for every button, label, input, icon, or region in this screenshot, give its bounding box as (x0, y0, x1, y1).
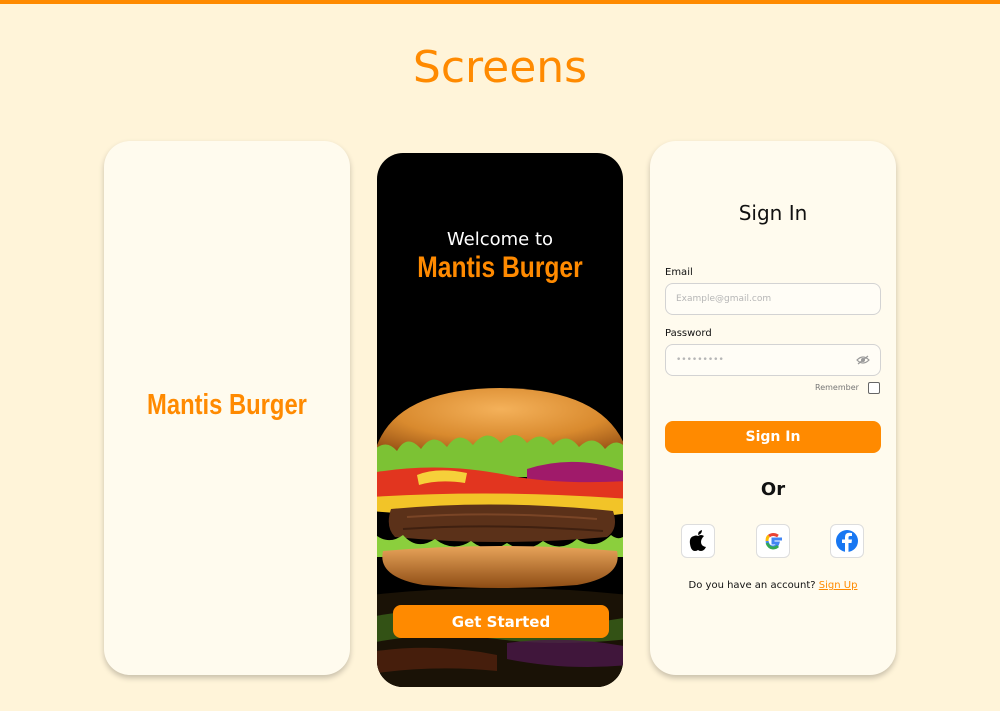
facebook-login-button[interactable] (830, 524, 864, 558)
email-field[interactable]: Example@gmail.com (665, 283, 881, 315)
remember-checkbox[interactable] (868, 382, 880, 394)
welcome-brand: Mantis Burger (417, 251, 583, 284)
password-field[interactable]: ••••••••• (665, 344, 881, 376)
splash-brand: Mantis Burger (147, 389, 307, 421)
apple-icon (689, 530, 706, 551)
welcome-greeting: Welcome to (446, 229, 554, 250)
splash-screen: Mantis Burger (104, 141, 350, 675)
google-login-button[interactable] (756, 524, 790, 558)
apple-login-button[interactable] (681, 524, 715, 558)
email-placeholder: Example@gmail.com (676, 294, 772, 304)
remember-label: Remember (815, 383, 859, 392)
password-value: ••••••••• (676, 355, 724, 365)
burger-image (377, 381, 623, 687)
welcome-screen: Welcome to Mantis Burger Get Started (377, 153, 623, 687)
sign-in-button[interactable]: Sign In (665, 421, 881, 453)
email-label: Email (665, 267, 693, 278)
eye-hidden-icon[interactable] (856, 355, 870, 365)
signin-title: Sign In (738, 201, 808, 225)
page-title: Screens (412, 42, 588, 93)
get-started-button[interactable]: Get Started (393, 605, 609, 638)
sign-up-link[interactable]: Sign Up (819, 580, 858, 591)
password-label: Password (665, 328, 712, 339)
account-prompt-text: Do you have an account? (688, 580, 816, 591)
facebook-icon (836, 530, 858, 552)
top-accent-bar (0, 0, 1000, 4)
signup-prompt: Do you have an account? Sign Up (650, 580, 896, 591)
google-icon (765, 533, 782, 550)
signin-screen: Sign In Email Example@gmail.com Password… (650, 141, 896, 675)
or-divider: Or (760, 479, 786, 500)
